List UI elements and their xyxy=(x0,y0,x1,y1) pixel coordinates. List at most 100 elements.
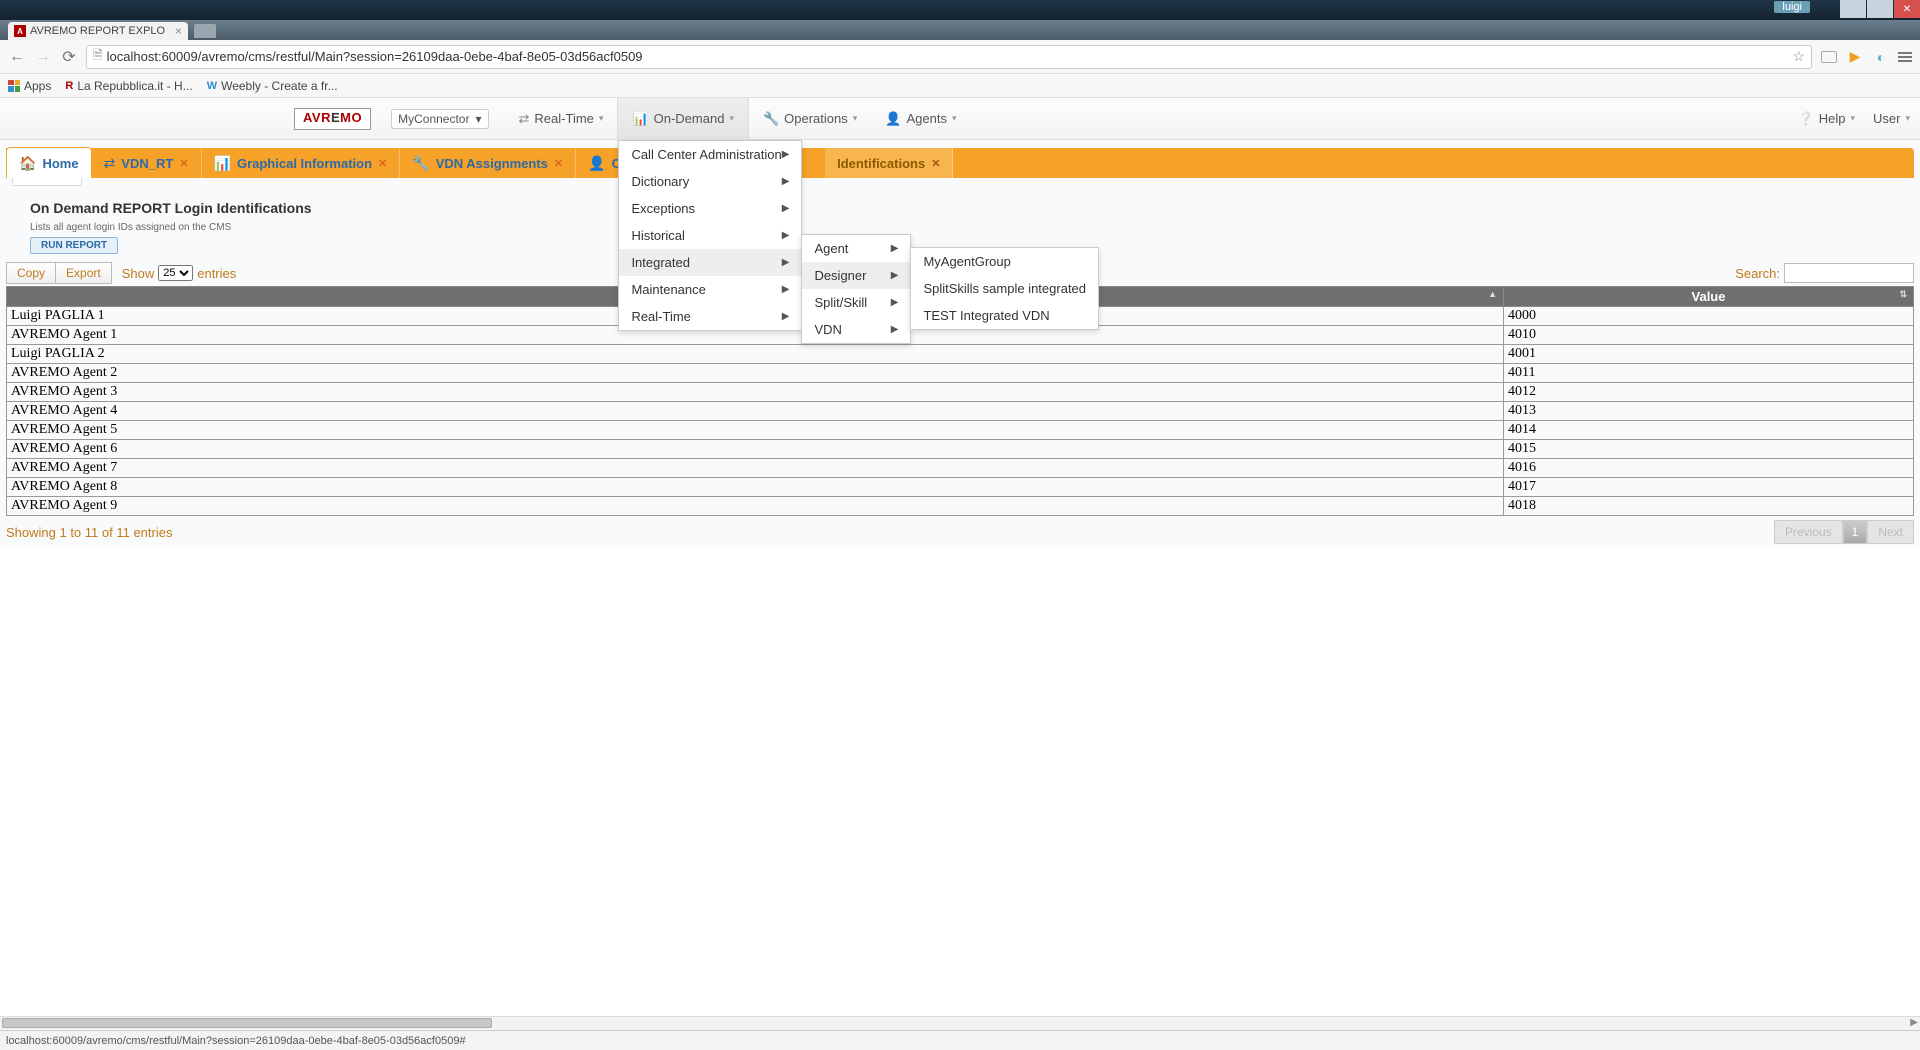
menu-ondemand[interactable]: 📊 On-Demand ▾ Call Center Administration… xyxy=(617,98,749,140)
menu-agents[interactable]: 👤 Agents ▾ xyxy=(871,98,970,140)
tab-identifications[interactable]: Identifications ✕ xyxy=(825,148,953,178)
chevron-right-icon: ▶ xyxy=(782,257,790,268)
menu-user[interactable]: User ▾ xyxy=(1873,98,1910,140)
tab-home-underline xyxy=(12,178,82,186)
address-bar[interactable]: 🗎 ☆ xyxy=(86,45,1812,69)
tab-vdn-rt[interactable]: ⇄ VDN_RT ✕ xyxy=(92,148,202,178)
browser-toolbar: ← → ⟳ 🗎 ☆ ▶ ◐ xyxy=(0,40,1920,74)
scrollbar-thumb[interactable] xyxy=(2,1018,492,1028)
dd-item-designer[interactable]: Designer▶ xyxy=(802,262,910,289)
bookmark-weebly[interactable]: W Weebly - Create a fr... xyxy=(207,79,338,93)
menu-realtime[interactable]: ⇄ Real-Time ▾ xyxy=(505,98,618,140)
dd-label: SplitSkills sample integrated xyxy=(923,281,1086,296)
close-tab-icon[interactable]: ✕ xyxy=(931,157,940,170)
cast-icon[interactable] xyxy=(1820,48,1838,66)
dd-item-vdn[interactable]: VDN▶ xyxy=(802,316,910,343)
chevron-down-icon: ▾ xyxy=(853,113,858,124)
window-maximize[interactable]: ☐ xyxy=(1867,0,1893,18)
page-icon: 🗎 xyxy=(93,46,103,67)
export-button[interactable]: Export xyxy=(56,262,112,284)
play-extension-icon[interactable]: ▶ xyxy=(1846,48,1864,66)
window-close[interactable]: ✕ xyxy=(1894,0,1920,18)
table-row[interactable]: Luigi PAGLIA 24001 xyxy=(7,345,1914,364)
page-size-select[interactable]: 25 xyxy=(158,265,193,281)
dd-item-agent[interactable]: Agent▶ xyxy=(802,235,910,262)
chevron-right-icon: ▶ xyxy=(782,311,790,322)
dd-label: Integrated xyxy=(631,255,690,270)
dd-item-dictionary[interactable]: Dictionary▶ xyxy=(619,168,801,195)
cell-value: 4011 xyxy=(1504,364,1914,383)
menu-operations[interactable]: 🔧 Operations ▾ xyxy=(749,98,871,140)
column-header-value[interactable]: Value⇅ xyxy=(1504,287,1914,307)
copy-button[interactable]: Copy xyxy=(6,262,56,284)
tab-home[interactable]: 🏠 Home xyxy=(6,147,92,178)
dd-item-testvdn[interactable]: TEST Integrated VDN xyxy=(911,302,1098,329)
dd-item-maintenance[interactable]: Maintenance▶ xyxy=(619,276,801,303)
page-number[interactable]: 1 xyxy=(1843,520,1868,544)
tab-vdn-assignments[interactable]: 🔧 VDN Assignments ✕ xyxy=(400,148,576,178)
dd-label: Real-Time xyxy=(631,309,690,324)
tab-graphical[interactable]: 📊 Graphical Information ✕ xyxy=(202,148,401,178)
cell-name: AVREMO Agent 2 xyxy=(7,364,1504,383)
refresh-icon: ⇄ xyxy=(519,111,530,127)
designer-submenu: MyAgentGroup SplitSkills sample integrat… xyxy=(910,247,1099,330)
chevron-right-icon: ▶ xyxy=(782,203,790,214)
bookmark-star-icon[interactable]: ☆ xyxy=(1792,48,1805,65)
user-icon: 👤 xyxy=(588,155,605,172)
new-tab-button[interactable] xyxy=(194,24,216,38)
dd-item-exceptions[interactable]: Exceptions▶ xyxy=(619,195,801,222)
dd-label: Designer xyxy=(814,268,866,283)
next-button[interactable]: Next xyxy=(1867,520,1914,544)
table-row[interactable]: AVREMO Agent 74016 xyxy=(7,459,1914,478)
wrench-icon: 🔧 xyxy=(412,155,429,172)
cell-name: AVREMO Agent 9 xyxy=(7,497,1504,516)
url-input[interactable] xyxy=(107,49,1789,64)
dd-item-myagentgroup[interactable]: MyAgentGroup xyxy=(911,248,1098,275)
weebly-icon: W xyxy=(207,80,217,92)
dd-item-realtime[interactable]: Real-Time ▶ xyxy=(619,303,801,330)
menu-label: Operations xyxy=(784,111,848,126)
bookmarks-bar: Apps R La Repubblica.it - H... W Weebly … xyxy=(0,74,1920,98)
close-tab-icon[interactable]: ✕ xyxy=(378,157,387,170)
close-tab-icon[interactable]: × xyxy=(175,24,182,38)
app-menubar: AVREMO MyConnector ▾ ⇄ Real-Time ▾ 📊 On-… xyxy=(0,98,1920,140)
table-row[interactable]: AVREMO Agent 84017 xyxy=(7,478,1914,497)
horizontal-scrollbar[interactable] xyxy=(0,1016,1920,1030)
bookmark-apps[interactable]: Apps xyxy=(8,79,51,93)
table-row[interactable]: AVREMO Agent 64015 xyxy=(7,440,1914,459)
chrome-menu-icon[interactable] xyxy=(1898,52,1912,62)
scroll-right-arrow[interactable]: ▶ xyxy=(1910,1017,1918,1028)
table-row[interactable]: AVREMO Agent 44013 xyxy=(7,402,1914,421)
back-icon[interactable]: ← xyxy=(8,48,26,66)
table-row[interactable]: AVREMO Agent 54014 xyxy=(7,421,1914,440)
pager: Previous 1 Next xyxy=(1774,520,1914,544)
bookmark-repubblica[interactable]: R La Repubblica.it - H... xyxy=(65,79,192,93)
reload-icon[interactable]: ⟳ xyxy=(60,47,78,67)
table-row[interactable]: AVREMO Agent 24011 xyxy=(7,364,1914,383)
forward-icon[interactable]: → xyxy=(34,48,52,66)
dd-item-splitskills[interactable]: SplitSkills sample integrated xyxy=(911,275,1098,302)
prev-button[interactable]: Previous xyxy=(1774,520,1843,544)
close-tab-icon[interactable]: ✕ xyxy=(554,157,563,170)
window-titlebar: luigi — ☐ ✕ xyxy=(0,0,1920,20)
bookmark-label: La Repubblica.it - H... xyxy=(77,79,192,93)
dd-item-cca[interactable]: Call Center Administration▶ xyxy=(619,141,801,168)
table-row[interactable]: AVREMO Agent 34012 xyxy=(7,383,1914,402)
extension-icon[interactable]: ◐ xyxy=(1872,48,1890,66)
close-tab-icon[interactable]: ✕ xyxy=(179,157,188,170)
table-row[interactable]: AVREMO Agent 94018 xyxy=(7,497,1914,516)
search-input[interactable] xyxy=(1784,263,1914,283)
dd-item-historical[interactable]: Historical▶ xyxy=(619,222,801,249)
dd-item-splitskill[interactable]: Split/Skill▶ xyxy=(802,289,910,316)
connector-selector[interactable]: MyConnector ▾ xyxy=(391,109,488,129)
window-minimize[interactable]: — xyxy=(1840,0,1866,18)
menu-help[interactable]: ❔ Help ▾ xyxy=(1798,98,1855,140)
tab-label: Identifications xyxy=(837,156,925,171)
chevron-right-icon: ▶ xyxy=(782,230,790,241)
dd-item-integrated[interactable]: Integrated ▶ xyxy=(619,249,801,276)
cell-value: 4013 xyxy=(1504,402,1914,421)
entries-label: entries xyxy=(197,266,236,281)
chevron-down-icon: ▾ xyxy=(475,112,481,126)
run-report-button[interactable]: RUN REPORT xyxy=(30,237,118,254)
browser-tab[interactable]: A AVREMO REPORT EXPLO × xyxy=(8,22,188,40)
